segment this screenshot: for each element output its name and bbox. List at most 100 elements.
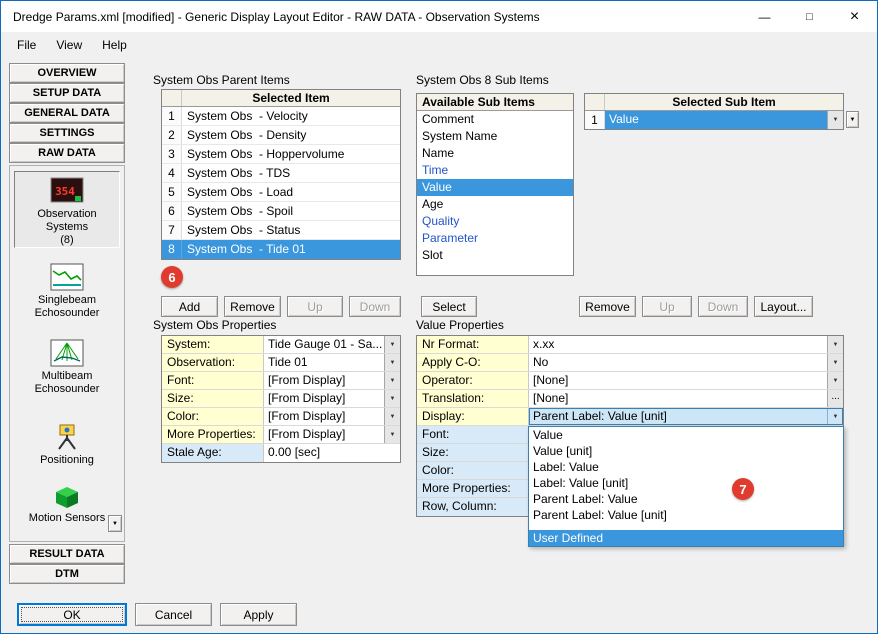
menu-view[interactable]: View: [46, 34, 92, 56]
list-item-selected[interactable]: Value: [417, 179, 573, 196]
list-item[interactable]: Comment: [417, 111, 573, 128]
sub-item-combo[interactable]: Value ▼: [605, 111, 843, 129]
table-header: Selected Item: [162, 90, 400, 107]
annotation-badge-7: 7: [732, 478, 754, 500]
chevron-down-icon[interactable]: ▼: [384, 372, 400, 389]
property-label: System:: [162, 336, 264, 353]
sidebar-item-general-data[interactable]: GENERAL DATA: [9, 103, 125, 123]
table-row[interactable]: 1System Obs - Velocity: [162, 107, 400, 126]
chevron-down-icon[interactable]: ▼: [384, 354, 400, 371]
dropdown-option-highlighted[interactable]: User Defined: [529, 530, 843, 546]
property-label: Observation:: [162, 354, 264, 371]
system-select[interactable]: Tide Gauge 01 - Sa...▼: [264, 336, 400, 353]
table-header: Selected Sub Item: [585, 94, 843, 111]
remove-button[interactable]: Remove: [224, 296, 281, 317]
list-item[interactable]: Quality: [417, 213, 573, 230]
chevron-down-icon[interactable]: ▼: [827, 336, 843, 353]
icon-label: Positioning: [14, 454, 120, 467]
list-item[interactable]: Name: [417, 145, 573, 162]
property-label: More Properties:: [162, 426, 264, 443]
list-item[interactable]: Parameter: [417, 230, 573, 247]
sidebar-item-observation-systems[interactable]: 354 Observation Systems (8): [14, 171, 120, 248]
nr-format-select[interactable]: x.xx▼: [529, 336, 843, 353]
apply-co-select[interactable]: No▼: [529, 354, 843, 371]
font-select[interactable]: [From Display]▼: [264, 372, 400, 389]
color-select[interactable]: [From Display]▼: [264, 408, 400, 425]
sidebar-item-raw-data[interactable]: RAW DATA: [9, 143, 125, 163]
property-label: Font:: [417, 426, 529, 443]
chevron-down-icon[interactable]: ▼: [384, 336, 400, 353]
dropdown-option[interactable]: Value [unit]: [529, 443, 843, 459]
add-button[interactable]: Add: [161, 296, 218, 317]
minimize-button[interactable]: —: [742, 1, 787, 32]
cancel-button[interactable]: Cancel: [135, 603, 212, 626]
size-select[interactable]: [From Display]▼: [264, 390, 400, 407]
chevron-down-icon[interactable]: ▼: [827, 408, 843, 425]
more-properties-select[interactable]: [From Display]▼: [264, 426, 400, 443]
chevron-down-icon[interactable]: ▼: [384, 408, 400, 425]
list-item[interactable]: System Name: [417, 128, 573, 145]
operator-select[interactable]: [None]▼: [529, 372, 843, 389]
remove-sub-button[interactable]: Remove: [579, 296, 636, 317]
menu-file[interactable]: File: [7, 34, 46, 56]
display-select-open[interactable]: Parent Label: Value [unit]▼: [529, 408, 843, 425]
row-label: System Obs - Load: [182, 183, 400, 201]
sidebar-item-setup-data[interactable]: SETUP DATA: [9, 83, 125, 103]
titlebar[interactable]: Dredge Params.xml [modified] - Generic D…: [1, 1, 877, 32]
table-row[interactable]: 5System Obs - Load: [162, 183, 400, 202]
menu-help[interactable]: Help: [92, 34, 137, 56]
property-label: Display:: [417, 408, 529, 425]
row-number-header: [585, 94, 605, 110]
ok-button[interactable]: OK: [17, 603, 127, 626]
selected-sub-item-table: Selected Sub Item 1 Value ▼: [584, 93, 844, 130]
chevron-down-icon[interactable]: ▼: [827, 372, 843, 389]
close-button[interactable]: ×: [832, 1, 877, 32]
chevron-down-icon[interactable]: ▼: [384, 426, 400, 443]
property-row: Display: Parent Label: Value [unit]▼: [417, 408, 843, 426]
sidebar-item-result-data[interactable]: RESULT DATA: [9, 544, 125, 564]
table-row[interactable]: 2System Obs - Density: [162, 126, 400, 145]
table-row[interactable]: 4System Obs - TDS: [162, 164, 400, 183]
positioning-icon: [52, 421, 82, 451]
table-row[interactable]: 7System Obs - Status: [162, 221, 400, 240]
sidebar-item-motion-sensors[interactable]: Motion Sensors: [14, 478, 120, 525]
chevron-down-icon[interactable]: ▼: [827, 354, 843, 371]
sidebar-item-settings[interactable]: SETTINGS: [9, 123, 125, 143]
property-row: Translation: [None]...: [417, 390, 843, 408]
sidebar-item-singlebeam-echosounder[interactable]: Singlebeam Echosounder: [14, 258, 120, 320]
layout-button[interactable]: Layout...: [754, 296, 813, 317]
sidebar-item-positioning[interactable]: Positioning: [14, 416, 120, 467]
property-label: Nr Format:: [417, 336, 529, 353]
list-item[interactable]: Slot: [417, 247, 573, 264]
dropdown-option[interactable]: Parent Label: Value: [529, 491, 843, 507]
row-number: 4: [162, 164, 182, 182]
apply-button[interactable]: Apply: [220, 603, 297, 626]
observation-select[interactable]: Tide 01▼: [264, 354, 400, 371]
table-row-selected[interactable]: 8System Obs - Tide 01: [162, 240, 400, 259]
table-row-selected[interactable]: 1 Value ▼: [585, 111, 843, 129]
sidebar-item-dtm[interactable]: DTM: [9, 564, 125, 584]
icon-scroll-down-button[interactable]: ▼: [108, 515, 122, 532]
maximize-button[interactable]: □: [787, 1, 832, 32]
sidebar-item-overview[interactable]: OVERVIEW: [9, 63, 125, 83]
sub-item-extra-dropdown-button[interactable]: ▼: [846, 111, 859, 128]
select-button[interactable]: Select: [421, 296, 477, 317]
row-number-header: [162, 90, 182, 106]
list-item[interactable]: Age: [417, 196, 573, 213]
dropdown-option[interactable]: Value: [529, 427, 843, 443]
stale-age-field[interactable]: 0.00 [sec]: [264, 444, 400, 462]
icon-count: (8): [15, 234, 119, 247]
list-item[interactable]: Time: [417, 162, 573, 179]
window-controls: — □ ×: [742, 1, 877, 32]
row-label: System Obs - Velocity: [182, 107, 400, 125]
table-row[interactable]: 3System Obs - Hoppervolume: [162, 145, 400, 164]
chevron-down-icon[interactable]: ▼: [384, 390, 400, 407]
chevron-down-icon[interactable]: ▼: [827, 111, 843, 129]
sidebar-item-multibeam-echosounder[interactable]: Multibeam Echosounder: [14, 334, 120, 396]
ellipsis-button[interactable]: ...: [827, 390, 843, 407]
dropdown-option[interactable]: Parent Label: Value [unit]: [529, 507, 843, 523]
translation-field[interactable]: [None]...: [529, 390, 843, 407]
table-row[interactable]: 6System Obs - Spoil: [162, 202, 400, 221]
dropdown-option[interactable]: Label: Value: [529, 459, 843, 475]
dropdown-option[interactable]: Label: Value [unit]: [529, 475, 843, 491]
